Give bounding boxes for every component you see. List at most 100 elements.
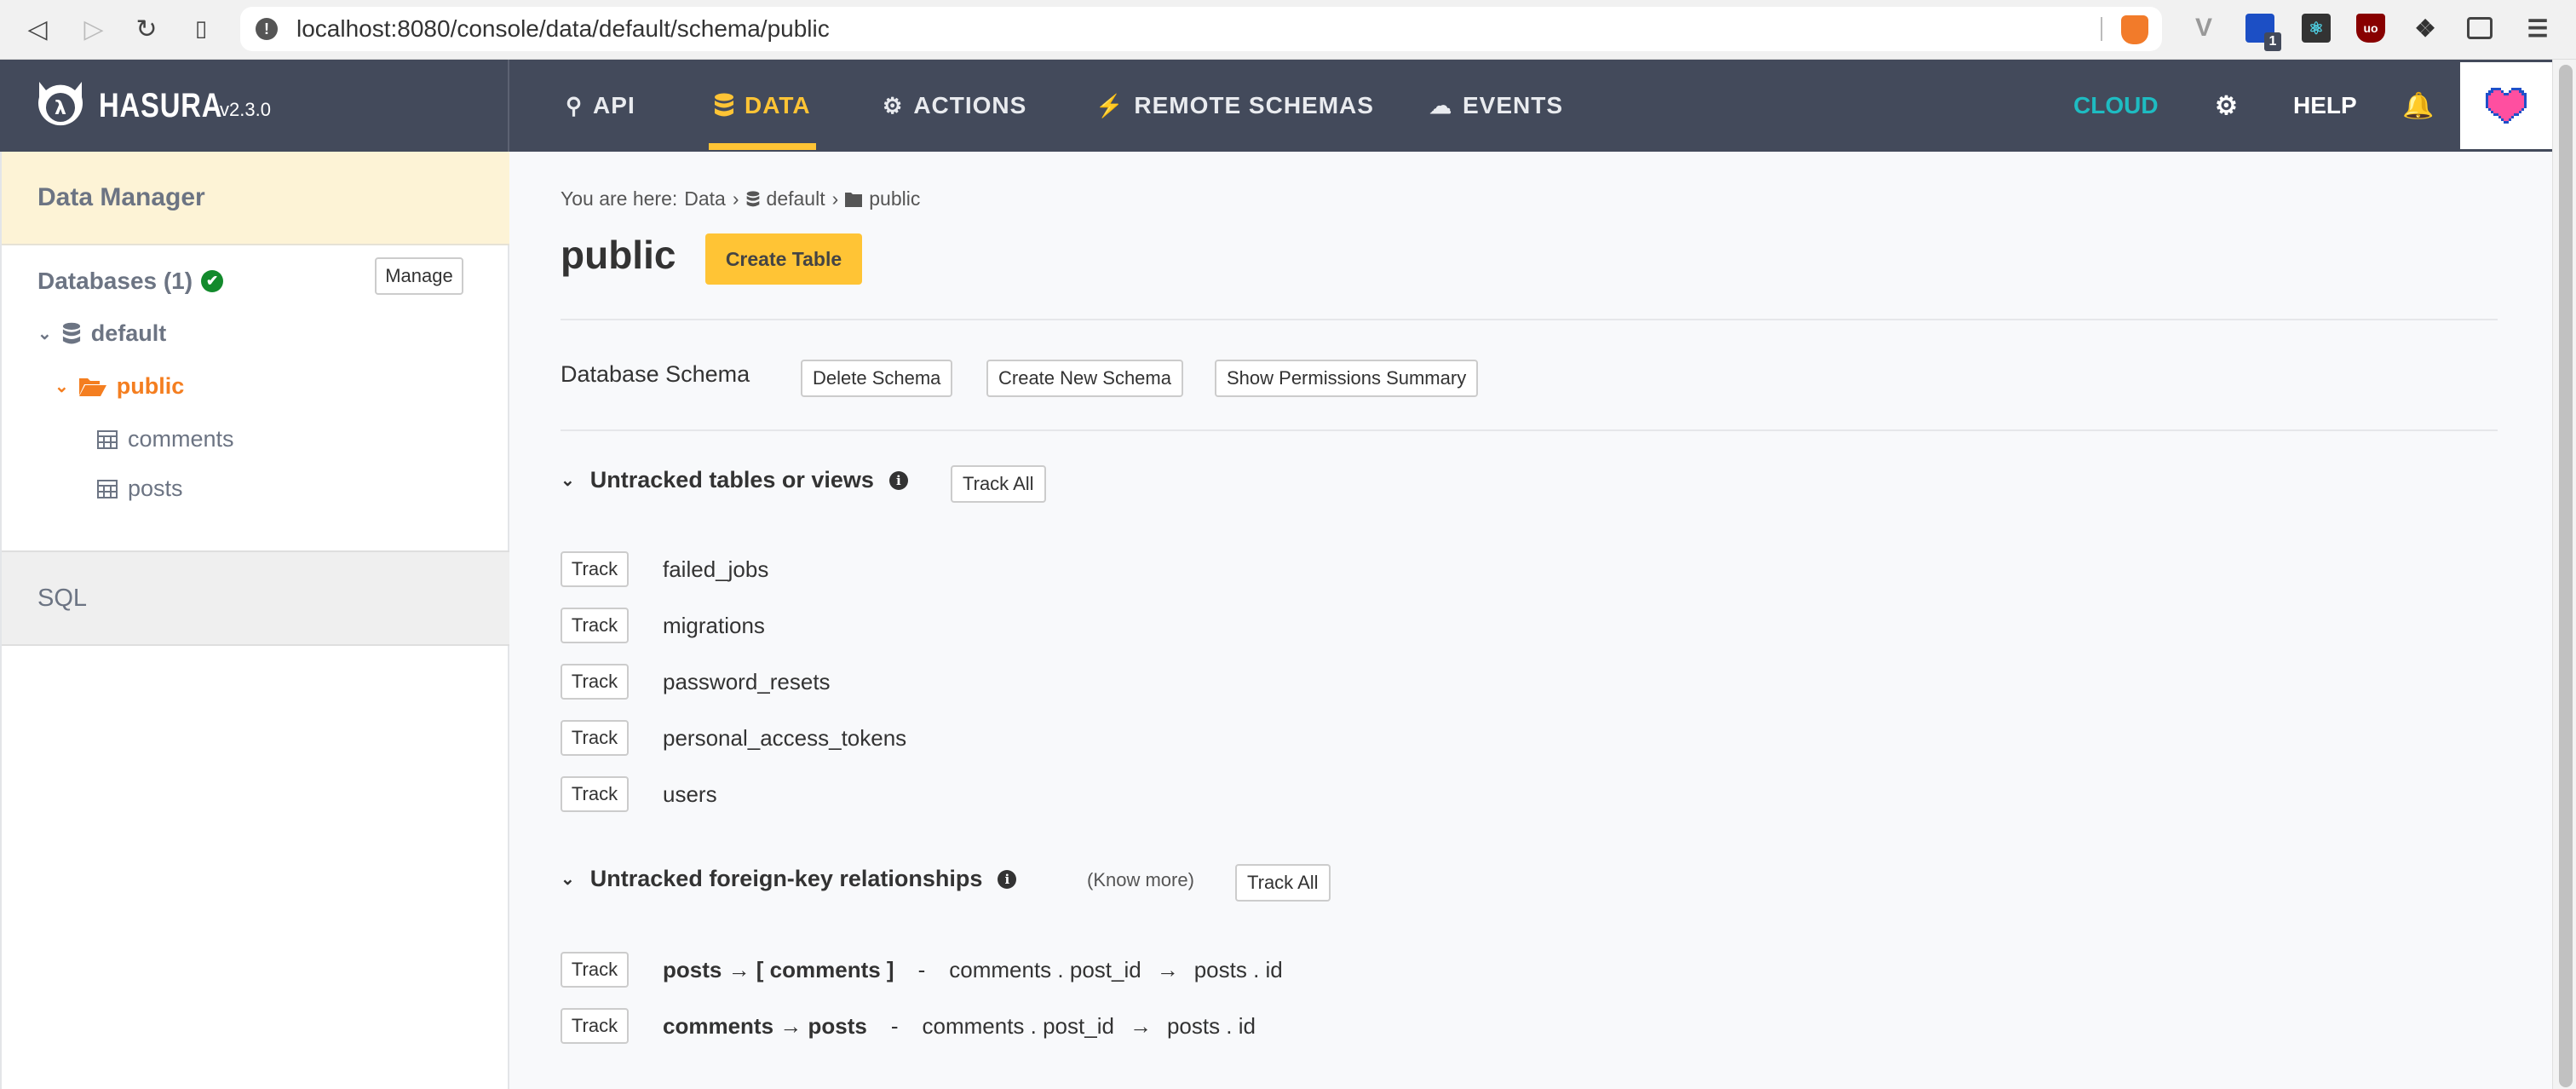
cloud-icon: ☁ bbox=[1429, 92, 1452, 118]
relationship-description: comments → posts - comments . post_id → … bbox=[663, 1013, 1256, 1040]
nav-remote-schemas[interactable]: ⚡ REMOTE SCHEMAS bbox=[1095, 60, 1374, 152]
untracked-table-row: Track failed_jobs bbox=[561, 550, 768, 588]
info-icon[interactable]: i bbox=[888, 470, 908, 490]
divider bbox=[2101, 17, 2102, 41]
separator: - bbox=[917, 956, 926, 982]
reload-icon[interactable]: ↻ bbox=[131, 14, 162, 44]
version-label: v2.3.0 bbox=[220, 99, 271, 120]
track-button[interactable]: Track bbox=[561, 720, 629, 756]
arrow-right-icon: → bbox=[1129, 1012, 1152, 1039]
chevron-down-icon[interactable]: ⌄ bbox=[561, 470, 575, 491]
ublock-icon[interactable]: uo bbox=[2356, 14, 2385, 43]
create-new-schema-button[interactable]: Create New Schema bbox=[986, 360, 1183, 397]
folder-open-icon bbox=[78, 377, 106, 396]
table-name: personal_access_tokens bbox=[663, 724, 907, 751]
table-name[interactable]: posts bbox=[128, 475, 183, 502]
cogs-icon: ⚙ bbox=[883, 92, 904, 118]
react-devtools-icon[interactable]: ⚛ bbox=[2302, 14, 2331, 43]
breadcrumb-data[interactable]: Data bbox=[684, 187, 726, 210]
database-icon bbox=[746, 190, 759, 206]
track-all-tables-button[interactable]: Track All bbox=[951, 465, 1046, 503]
nav-events[interactable]: ☁ EVENTS bbox=[1429, 60, 1563, 152]
data-manager-header[interactable]: Data Manager bbox=[2, 152, 509, 245]
tree-item-table[interactable]: posts bbox=[97, 475, 183, 502]
chevron-down-icon[interactable]: ⌄ bbox=[55, 376, 69, 397]
page-scrollbar[interactable] bbox=[2552, 60, 2576, 1089]
brand[interactable]: λ HASURA v2.3.0 bbox=[0, 60, 509, 152]
show-permissions-summary-button[interactable]: Show Permissions Summary bbox=[1215, 360, 1479, 397]
chevron-down-icon[interactable]: ⌄ bbox=[37, 323, 52, 344]
breadcrumb-default[interactable]: default bbox=[767, 187, 825, 210]
address-bar[interactable]: ! localhost:8080/console/data/default/sc… bbox=[240, 7, 2162, 51]
table-name: migrations bbox=[663, 612, 765, 638]
section-title: Untracked foreign-key relationships bbox=[589, 866, 983, 891]
extensions-puzzle-icon[interactable]: ❖ bbox=[2411, 14, 2440, 43]
site-info-icon[interactable]: ! bbox=[256, 18, 278, 40]
breadcrumb: You are here: Data › default › public bbox=[561, 187, 920, 210]
table-name: failed_jobs bbox=[663, 556, 769, 582]
track-all-relationships-button[interactable]: Track All bbox=[1235, 864, 1331, 902]
notifications-bell-icon[interactable]: 🔔 bbox=[2402, 60, 2434, 152]
nav-label: ACTIONS bbox=[913, 92, 1027, 118]
tree-item-table[interactable]: comments bbox=[97, 426, 234, 452]
info-icon[interactable]: i bbox=[998, 869, 1017, 889]
schema-name[interactable]: public bbox=[117, 373, 185, 400]
menu-icon[interactable]: ☰ bbox=[2523, 14, 2552, 43]
track-button[interactable]: Track bbox=[561, 551, 629, 587]
track-button[interactable]: Track bbox=[561, 776, 629, 812]
help-link[interactable]: HELP bbox=[2293, 60, 2357, 152]
track-button[interactable]: Track bbox=[561, 608, 629, 643]
back-icon[interactable]: ◁ bbox=[22, 14, 53, 44]
manage-button[interactable]: Manage bbox=[375, 257, 463, 295]
untracked-table-row: Track personal_access_tokens bbox=[561, 719, 906, 757]
divider bbox=[561, 429, 2498, 431]
sidebar-item-sql[interactable]: SQL bbox=[2, 550, 509, 646]
brave-shield-icon[interactable] bbox=[2121, 15, 2148, 44]
nav-label: EVENTS bbox=[1463, 92, 1564, 118]
check-circle-icon: ✔ bbox=[201, 270, 224, 292]
brand-name: HASURA bbox=[99, 87, 223, 124]
database-name[interactable]: default bbox=[91, 320, 167, 347]
hasura-logo-icon: λ bbox=[38, 82, 83, 126]
nav-label: DATA bbox=[745, 92, 811, 118]
svg-text:λ: λ bbox=[55, 98, 66, 119]
cloud-link[interactable]: CLOUD bbox=[2073, 60, 2159, 152]
track-button[interactable]: Track bbox=[561, 664, 629, 700]
flask-icon: ⚲ bbox=[566, 92, 584, 118]
wallet-icon[interactable] bbox=[2467, 17, 2493, 39]
plug-icon: ⚡ bbox=[1095, 92, 1124, 118]
divider bbox=[561, 319, 2498, 320]
bitwarden-icon[interactable]: 1 bbox=[2245, 14, 2281, 51]
bookmark-icon[interactable]: ▯ bbox=[186, 14, 216, 44]
untracked-table-row: Track migrations bbox=[561, 607, 765, 644]
table-name[interactable]: comments bbox=[128, 426, 234, 452]
databases-label: Databases (1) bbox=[37, 268, 193, 294]
table-name: users bbox=[663, 781, 717, 807]
track-button[interactable]: Track bbox=[561, 952, 629, 988]
track-button[interactable]: Track bbox=[561, 1008, 629, 1044]
url-text[interactable]: localhost:8080/console/data/default/sche… bbox=[296, 15, 830, 43]
vue-devtools-icon[interactable]: V bbox=[2189, 14, 2218, 43]
nav-api[interactable]: ⚲ API bbox=[566, 60, 635, 152]
delete-schema-button[interactable]: Delete Schema bbox=[801, 360, 953, 397]
nav-data[interactable]: DATA bbox=[709, 60, 816, 152]
table-name: password_resets bbox=[663, 668, 831, 694]
chevron-down-icon[interactable]: ⌄ bbox=[561, 868, 575, 890]
database-icon bbox=[62, 322, 80, 343]
scrollbar-thumb[interactable] bbox=[2559, 65, 2573, 1087]
tree-item-schema[interactable]: ⌄ public bbox=[55, 373, 184, 400]
heart-button[interactable] bbox=[2460, 62, 2552, 149]
nav-actions[interactable]: ⚙ ACTIONS bbox=[883, 60, 1026, 152]
relationship-from: comments . post_id bbox=[949, 956, 1141, 982]
main-content: You are here: Data › default › public pu… bbox=[511, 152, 2552, 1089]
section-title: Untracked tables or views bbox=[589, 467, 874, 493]
relationship-description: posts → [ comments ] - comments . post_i… bbox=[663, 957, 1283, 983]
know-more-link[interactable]: (Know more) bbox=[1087, 869, 1194, 891]
browser-toolbar: ◁ ▷ ↻ ▯ ! localhost:8080/console/data/de… bbox=[0, 0, 2576, 60]
table-icon bbox=[97, 429, 118, 449]
create-table-button[interactable]: Create Table bbox=[705, 233, 862, 285]
tree-item-database[interactable]: ⌄ default bbox=[37, 320, 166, 347]
settings-gear-icon[interactable]: ⚙ bbox=[2215, 60, 2238, 152]
forward-icon[interactable]: ▷ bbox=[78, 14, 109, 44]
heart-icon bbox=[2486, 88, 2527, 124]
